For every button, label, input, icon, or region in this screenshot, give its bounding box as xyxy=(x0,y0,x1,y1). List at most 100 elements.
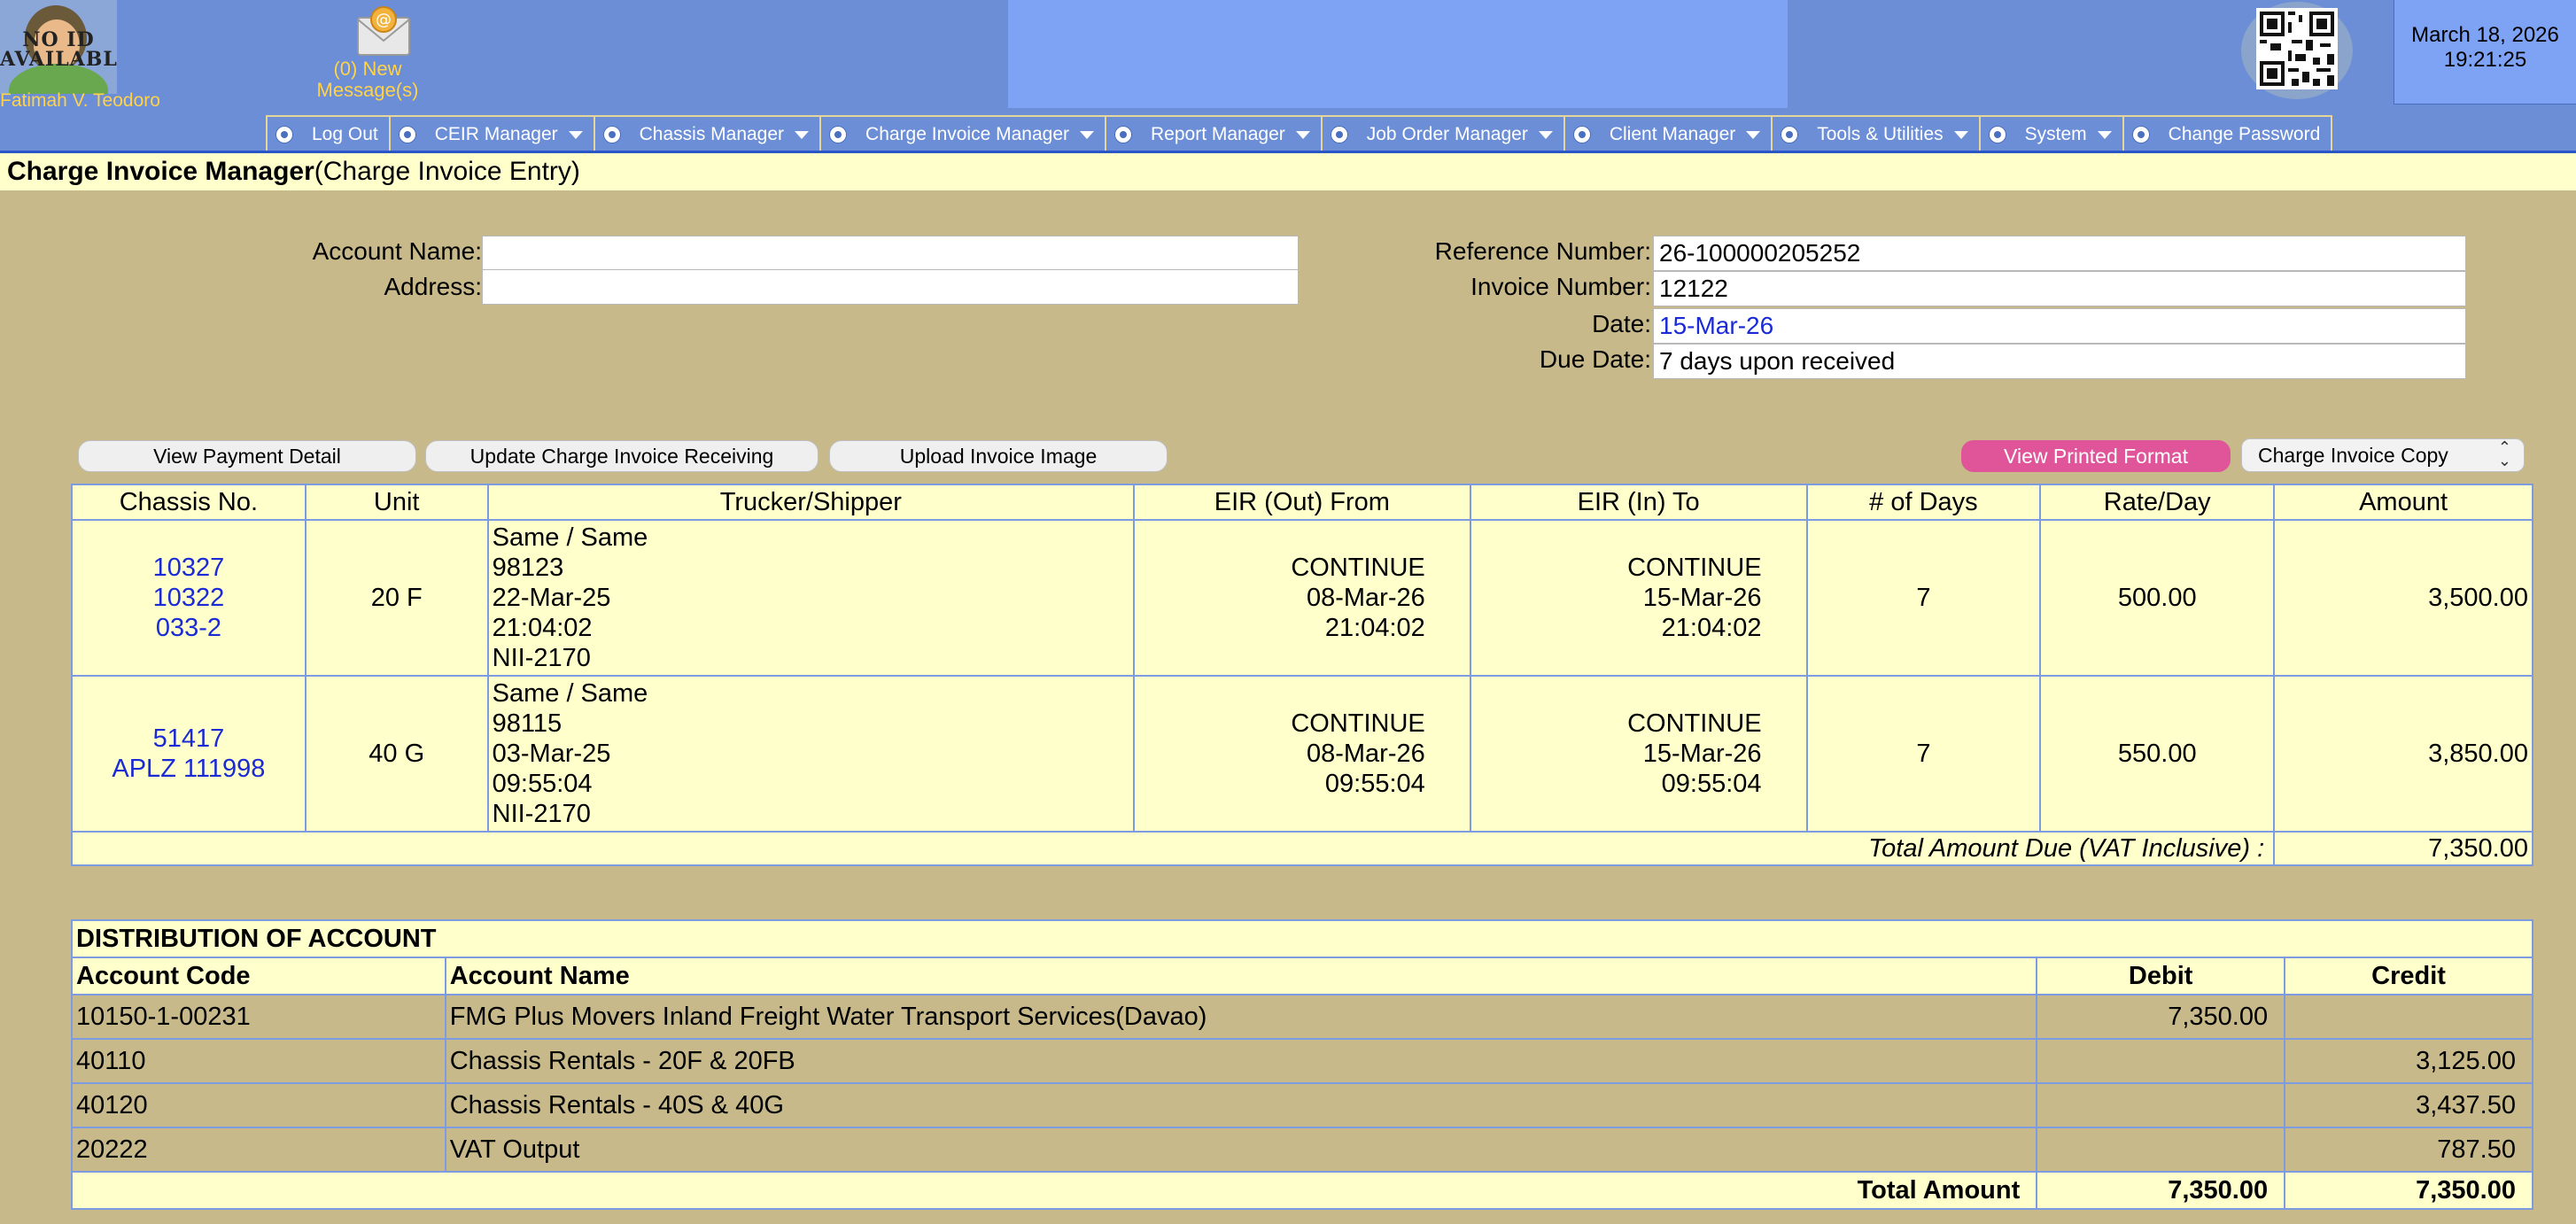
debit-cell xyxy=(2036,1038,2286,1084)
page-title-main: Charge Invoice Manager xyxy=(7,157,314,186)
radio-icon xyxy=(830,127,847,143)
date-field[interactable]: 15-Mar-26 xyxy=(1653,308,2466,344)
eir-out-cell: CONTINUE 08-Mar-26 09:55:04 xyxy=(1132,675,1471,833)
account-name-field[interactable] xyxy=(482,236,1299,271)
upload-invoice-image-button[interactable]: Upload Invoice Image xyxy=(829,440,1168,472)
trucker-line: NII-2170 xyxy=(492,644,591,672)
top-header: NO IDAVAILABLE Fatimah V. Teodoro @ (0) … xyxy=(0,0,2576,152)
col-eir-in-to: EIR (In) To xyxy=(1469,484,1808,521)
dropdown-caret-icon xyxy=(568,130,583,139)
address-label: Address: xyxy=(384,273,483,300)
rate-cell: 500.00 xyxy=(2039,519,2276,677)
trucker-line: 21:04:02 xyxy=(492,614,593,642)
col-debit: Debit xyxy=(2036,957,2286,995)
credit-cell: 3,437.50 xyxy=(2284,1082,2533,1128)
credit-cell: 787.50 xyxy=(2284,1127,2533,1173)
update-charge-invoice-receiving-button[interactable]: Update Charge Invoice Receiving xyxy=(425,440,819,472)
amount-cell: 3,850.00 xyxy=(2273,675,2533,833)
due-date-label: Due Date: xyxy=(1539,345,1651,373)
view-printed-format-button[interactable]: View Printed Format xyxy=(1961,440,2231,472)
menu-system[interactable]: System xyxy=(1981,117,2124,152)
envelope-icon[interactable]: @ xyxy=(356,5,411,57)
view-payment-detail-button[interactable]: View Payment Detail xyxy=(78,440,416,472)
due-date-field[interactable]: 7 days upon received xyxy=(1653,344,2466,379)
invoice-number-field[interactable]: 12122 xyxy=(1653,271,2466,306)
trucker-line: Same / Same xyxy=(492,679,648,708)
account-name-label: Account Name: xyxy=(312,237,482,265)
eir-in-cell: CONTINUE 15-Mar-26 09:55:04 xyxy=(1469,675,1808,833)
chassis-link[interactable]: 51417 xyxy=(76,724,301,754)
account-code-cell: 20222 xyxy=(71,1127,446,1173)
menu-job-order-manager[interactable]: Job Order Manager xyxy=(1323,117,1565,152)
menu-label: System xyxy=(2024,124,2087,144)
col-unit: Unit xyxy=(304,484,489,521)
eir-in-line: CONTINUE xyxy=(1627,709,1762,738)
eir-in-line: 21:04:02 xyxy=(1661,614,1762,642)
radio-icon xyxy=(603,127,620,143)
distribution-caption-row: DISTRIBUTION OF ACCOUNT xyxy=(71,919,2533,958)
chassis-cell: 10327 10322 033-2 xyxy=(71,519,306,677)
radio-icon xyxy=(1573,127,1590,143)
eir-out-cell: CONTINUE 08-Mar-26 21:04:02 xyxy=(1132,519,1471,677)
dropdown-caret-icon xyxy=(1295,130,1310,139)
total-amount-due-value: 7,350.00 xyxy=(2273,831,2533,866)
menu-report-manager[interactable]: Report Manager xyxy=(1106,117,1323,152)
eir-in-line: 15-Mar-26 xyxy=(1642,740,1762,768)
menu-chassis-manager[interactable]: Chassis Manager xyxy=(595,117,822,152)
eir-out-line: CONTINUE xyxy=(1291,709,1425,738)
col-amount: Amount xyxy=(2273,484,2533,521)
reference-number-label: Reference Number: xyxy=(1434,237,1651,265)
qr-code-icon xyxy=(2256,8,2338,89)
distribution-table: DISTRIBUTION OF ACCOUNT Account Code Acc… xyxy=(70,919,2533,1210)
col-chassis-no: Chassis No. xyxy=(71,484,306,521)
invoice-copy-select[interactable]: Charge Invoice Copy ⌃ ⌄ xyxy=(2241,438,2525,472)
eir-out-line: 08-Mar-26 xyxy=(1306,740,1425,768)
user-avatar: NO IDAVAILABLE xyxy=(0,0,117,94)
address-field[interactable] xyxy=(482,269,1299,305)
chassis-link[interactable]: 033-2 xyxy=(76,613,301,643)
table-row: 40120 Chassis Rentals - 40S & 40G 3,437.… xyxy=(71,1082,2533,1128)
table-row: 10150-1-00231 FMG Plus Movers Inland Fre… xyxy=(71,994,2533,1040)
account-code-cell: 40110 xyxy=(71,1038,446,1084)
svg-text:@: @ xyxy=(376,11,392,29)
distribution-total-credit: 7,350.00 xyxy=(2284,1171,2533,1210)
debit-cell xyxy=(2036,1082,2286,1128)
menu-label: Change Password xyxy=(2168,124,2321,144)
invoice-copy-selected: Charge Invoice Copy xyxy=(2258,444,2448,467)
col-days: # of Days xyxy=(1805,484,2042,521)
current-time: 19:21:25 xyxy=(2443,48,2527,72)
chassis-cell: 51417 APLZ 111998 xyxy=(71,675,306,833)
menu-tools-utilities[interactable]: Tools & Utilities xyxy=(1773,117,1981,152)
menu-label: Tools & Utilities xyxy=(1817,124,1944,144)
menu-change-password[interactable]: Change Password xyxy=(2124,117,2332,152)
eir-out-line: 21:04:02 xyxy=(1324,614,1425,642)
menu-log-out[interactable]: Log Out xyxy=(268,117,391,152)
chassis-link[interactable]: 10327 xyxy=(76,553,301,583)
menu-client-manager[interactable]: Client Manager xyxy=(1565,117,1773,152)
dropdown-caret-icon xyxy=(1746,130,1761,139)
table-row: 40110 Chassis Rentals - 20F & 20FB 3,125… xyxy=(71,1038,2533,1084)
eir-out-line: 09:55:04 xyxy=(1324,770,1425,798)
menu-ceir-manager[interactable]: CEIR Manager xyxy=(391,117,595,152)
chassis-link[interactable]: 10322 xyxy=(76,583,301,613)
trucker-line: NII-2170 xyxy=(492,800,591,828)
dropdown-caret-icon xyxy=(1538,130,1553,139)
menu-label: Chassis Manager xyxy=(639,124,785,144)
radio-icon xyxy=(1331,127,1347,143)
reference-number-field[interactable]: 26-100000205252 xyxy=(1653,236,2466,271)
new-messages-link[interactable]: (0) New Message(s) xyxy=(310,58,425,101)
unit-cell: 40 G xyxy=(304,675,489,833)
debit-cell: 7,350.00 xyxy=(2036,994,2286,1040)
radio-icon xyxy=(2132,127,2149,143)
menu-charge-invoice-manager[interactable]: Charge Invoice Manager xyxy=(821,117,1106,152)
credit-cell xyxy=(2284,994,2533,1040)
user-name[interactable]: Fatimah V. Teodoro xyxy=(0,90,160,112)
days-cell: 7 xyxy=(1805,519,2042,677)
col-trucker-shipper: Trucker/Shipper xyxy=(486,484,1135,521)
account-name-cell: Chassis Rentals - 40S & 40G xyxy=(444,1082,2038,1128)
trucker-cell: Same / Same 98115 03-Mar-25 09:55:04 NII… xyxy=(486,675,1135,833)
trucker-line: Same / Same xyxy=(492,523,648,552)
trucker-line: 03-Mar-25 xyxy=(492,740,611,768)
page-title: Charge Invoice Manager(Charge Invoice En… xyxy=(0,153,2576,190)
chassis-link[interactable]: APLZ 111998 xyxy=(76,754,301,784)
